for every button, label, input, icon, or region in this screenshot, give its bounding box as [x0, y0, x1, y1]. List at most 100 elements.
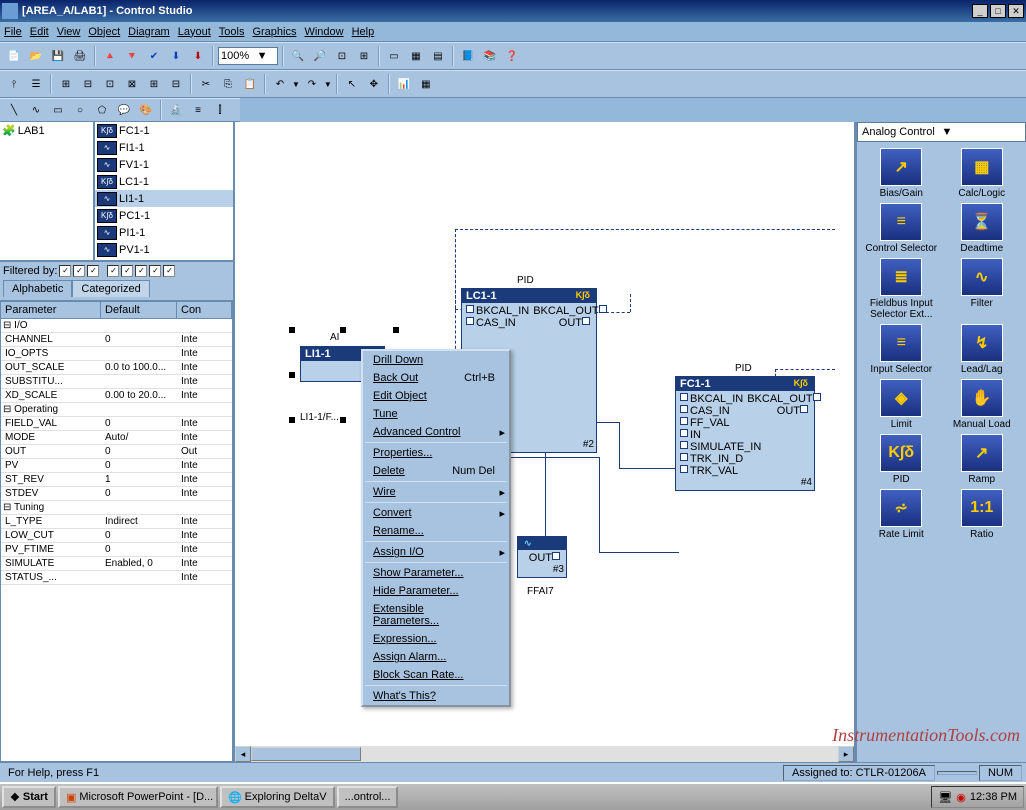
close-button[interactable]: ✕	[1008, 4, 1024, 18]
tray-icon[interactable]: ◉	[956, 791, 966, 804]
zoom-fit-icon[interactable]: ⊡	[332, 46, 352, 66]
context-menu-item[interactable]: Tune	[363, 405, 509, 423]
param-row[interactable]: MODEAuto/Inte	[1, 431, 232, 445]
context-menu-item[interactable]: Assign Alarm...	[363, 648, 509, 666]
vlines-icon[interactable]: ⫿	[210, 100, 230, 120]
minimize-button[interactable]: _	[972, 4, 988, 18]
param-row[interactable]: L_TYPEIndirectInte	[1, 515, 232, 529]
filter-cb[interactable]: ✓	[59, 265, 71, 277]
param-row[interactable]: XD_SCALE0.00 to 20.0...Inte	[1, 389, 232, 403]
redo-drop-icon[interactable]: ▼	[324, 80, 332, 89]
filter-cb[interactable]: ✓	[163, 265, 175, 277]
layout3-icon[interactable]: ▤	[428, 46, 448, 66]
check-icon[interactable]: ✔	[144, 46, 164, 66]
zoom-combo[interactable]: 100% ▼	[218, 47, 278, 65]
context-menu-item[interactable]: Wire▸	[363, 483, 509, 501]
layout2-icon[interactable]: ▦	[406, 46, 426, 66]
filter-cb[interactable]: ✓	[73, 265, 85, 277]
context-menu-item[interactable]: Back OutCtrl+B	[363, 369, 509, 387]
param-row[interactable]: PV_FTIME0Inte	[1, 543, 232, 557]
arrow-down-red-icon[interactable]: ⬇	[188, 46, 208, 66]
open-icon[interactable]: 📂	[26, 46, 46, 66]
palette-item[interactable]: ⩫Rate Limit	[863, 489, 940, 540]
maximize-button[interactable]: □	[990, 4, 1006, 18]
context-menu-item[interactable]: Convert▸	[363, 504, 509, 522]
col-default[interactable]: Default	[101, 302, 177, 318]
system-tray[interactable]: 🖥 ◉ 12:38 PM	[931, 786, 1024, 808]
copy-icon[interactable]: ⎘	[218, 74, 238, 94]
menu-edit[interactable]: Edit	[30, 26, 49, 38]
param-row[interactable]: FIELD_VAL0Inte	[1, 417, 232, 431]
scroll-left-icon[interactable]: ◂	[235, 746, 251, 762]
menu-help[interactable]: Help	[352, 26, 375, 38]
taskbar-item[interactable]: ▣ Microsoft PowerPoint - [D...	[58, 786, 218, 808]
save-icon[interactable]: 💾	[48, 46, 68, 66]
group5-icon[interactable]: ⊞	[144, 74, 164, 94]
new-icon[interactable]: 📄	[4, 46, 24, 66]
block-list-item[interactable]: ∿LI1-1	[95, 190, 233, 207]
palette-item[interactable]: ↗Ramp	[944, 434, 1021, 485]
dropdown-arrow-icon[interactable]: ▼	[942, 126, 1022, 138]
start-button[interactable]: ❖ Start	[2, 786, 56, 808]
palette-icon[interactable]: 🎨	[136, 100, 156, 120]
menu-file[interactable]: File	[4, 26, 22, 38]
menu-layout[interactable]: Layout	[178, 26, 211, 38]
palette-item[interactable]: ≣Fieldbus Input Selector Ext...	[863, 258, 940, 320]
menu-graphics[interactable]: Graphics	[252, 26, 296, 38]
palette-item[interactable]: 1:1Ratio	[944, 489, 1021, 540]
group6-icon[interactable]: ⊟	[166, 74, 186, 94]
palette-item[interactable]: ✋Manual Load	[944, 379, 1021, 430]
upload-icon[interactable]: 🔺	[100, 46, 120, 66]
param-group[interactable]: Tuning	[1, 501, 232, 515]
tree-root[interactable]: LAB1	[18, 125, 45, 137]
callout-icon[interactable]: 💬	[114, 100, 134, 120]
ellipse-icon[interactable]: ○	[70, 100, 90, 120]
taskbar-item[interactable]: ...ontrol...	[337, 786, 399, 808]
context-menu-item[interactable]: Hide Parameter...	[363, 582, 509, 600]
palette-item[interactable]: ◈Limit	[863, 379, 940, 430]
block-list-item[interactable]: ∿FI1-1	[95, 139, 233, 156]
menu-window[interactable]: Window	[304, 26, 343, 38]
filter-cb[interactable]: ✓	[107, 265, 119, 277]
palette-item[interactable]: ∿Filter	[944, 258, 1021, 320]
block-list-item[interactable]: ∿PV1-1	[95, 241, 233, 258]
print-icon[interactable]: 🖨	[70, 46, 90, 66]
download-icon[interactable]: 🔻	[122, 46, 142, 66]
palette-item[interactable]: ▦Calc/Logic	[944, 148, 1021, 199]
library-icon[interactable]: 📚	[480, 46, 500, 66]
param-row[interactable]: OUT0Out	[1, 445, 232, 459]
filter-cb[interactable]: ✓	[87, 265, 99, 277]
tray-icon[interactable]: 🖥	[938, 791, 952, 804]
palette-item[interactable]: K∫δPID	[863, 434, 940, 485]
redo-icon[interactable]: ↷	[302, 74, 322, 94]
context-menu-item[interactable]: Rename...	[363, 522, 509, 540]
chart-icon[interactable]: 📊	[394, 74, 414, 94]
context-menu-item[interactable]: Block Scan Rate...	[363, 666, 509, 684]
group2-icon[interactable]: ⊟	[78, 74, 98, 94]
canvas-hscrollbar[interactable]: ◂ ▸	[235, 746, 854, 762]
filter-cb[interactable]: ✓	[121, 265, 133, 277]
arrow-down-blue-icon[interactable]: ⬇	[166, 46, 186, 66]
pointer-icon[interactable]: ↖	[342, 74, 362, 94]
param-row[interactable]: STATUS_...Inte	[1, 571, 232, 585]
zoom-in-icon[interactable]: 🔍	[288, 46, 308, 66]
undo-drop-icon[interactable]: ▼	[292, 80, 300, 89]
param-group[interactable]: I/O	[1, 319, 232, 333]
param-row[interactable]: ST_REV1Inte	[1, 473, 232, 487]
help-icon[interactable]: ❓	[502, 46, 522, 66]
undo-icon[interactable]: ↶	[270, 74, 290, 94]
palette-category-combo[interactable]: Analog Control ▼	[857, 122, 1026, 142]
col-con[interactable]: Con	[177, 302, 232, 318]
dropdown-arrow-icon[interactable]: ▼	[249, 50, 275, 62]
hierarchy-tree[interactable]: 🧩 LAB1	[0, 122, 95, 260]
param-row[interactable]: STDEV0Inte	[1, 487, 232, 501]
block-list-item[interactable]: K∫δFC1-1	[95, 122, 233, 139]
distribute-icon[interactable]: ☰	[26, 74, 46, 94]
menu-tools[interactable]: Tools	[219, 26, 245, 38]
menu-diagram[interactable]: Diagram	[128, 26, 170, 38]
menu-view[interactable]: View	[57, 26, 81, 38]
group4-icon[interactable]: ⊠	[122, 74, 142, 94]
palette-item[interactable]: ↯Lead/Lag	[944, 324, 1021, 375]
tab-categorized[interactable]: Categorized	[72, 280, 149, 297]
block-list-item[interactable]: ∿FV1-1	[95, 156, 233, 173]
